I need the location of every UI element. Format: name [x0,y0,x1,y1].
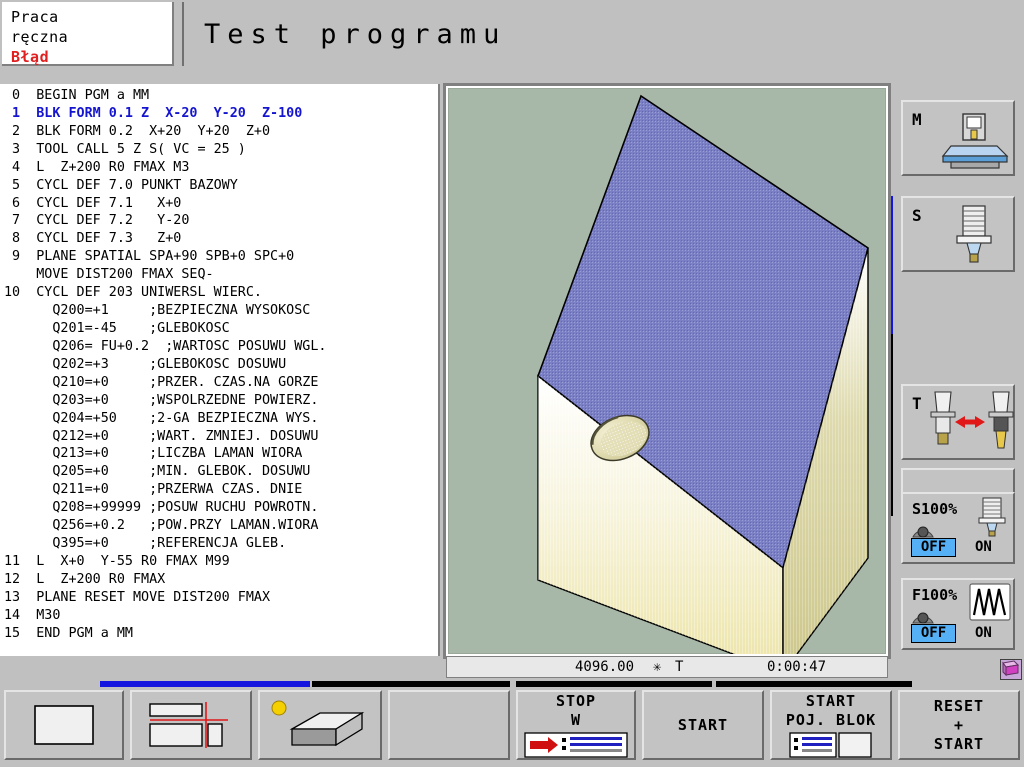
knob-icon [912,526,934,538]
tnc-control-screen: Praca ręczna Błąd Test programu 0 BEGIN … [0,0,1024,767]
status-value: 4096.00 [575,659,635,675]
program-line[interactable]: Q208=+99999 ;POSUW RUCHU POWROTN. [4,499,438,517]
program-line[interactable]: 5 CYCL DEF 7.0 PUNKT BAZOWY [4,177,438,195]
program-line[interactable]: 6 CYCL DEF 7.1 X+0 [4,195,438,213]
title-panel: Test programu [182,2,1024,66]
program-line[interactable]: 2 BLK FORM 0.2 X+20 Y+20 Z+0 [4,123,438,141]
program-line[interactable]: 15 END PGM a MM [4,625,438,643]
override-feed-on-label[interactable]: ON [975,625,992,641]
double-arrow-icon [955,416,985,428]
feed-wave-icon [969,583,1011,621]
split-window-icon [149,702,228,748]
program-line[interactable]: 7 CYCL DEF 7.2 Y-20 [4,212,438,230]
error-status-label: Błąd [11,48,50,66]
tool-change-icon [930,391,1014,449]
softkey-view-3d[interactable] [258,690,382,760]
notebook-icon[interactable] [1000,659,1022,680]
softkey-view-split[interactable] [130,690,252,760]
status-time: 0:00:47 [767,659,827,675]
program-line[interactable]: MOVE DIST200 FMAX SEQ- [4,266,438,284]
override-feed-panel[interactable]: F100% OFF ON [901,578,1015,650]
stop-block-icon [524,732,628,758]
progress-rest-3 [716,681,912,687]
progress-fill [100,681,310,687]
program-line[interactable]: Q213=+0 ;LICZBA LAMAN WIORA [4,445,438,463]
mode-label-line2: ręczna [11,28,69,46]
softkey-start-single-block[interactable]: START POJ. BLOK [770,690,892,760]
softkey-m-letter: M [912,110,922,129]
program-line[interactable]: 3 TOOL CALL 5 Z S( VC = 25 ) [4,141,438,159]
softkey-startblock-label: START [805,692,857,710]
single-window-icon [34,705,94,745]
vertical-softkey-bar: M S T S100% OFF ON F100% OFF ON [893,84,1024,656]
program-line[interactable]: Q212=+0 ;WART. ZMNIEJ. DOSUWU [4,428,438,446]
program-line[interactable]: Q201=-45 ;GLEBOKOSC [4,320,438,338]
operating-mode-panel[interactable]: Praca ręczna Błąd [2,2,174,66]
softkey-t-letter: T [912,394,922,413]
program-line[interactable]: Q256=+0.2 ;POW.PRZY LAMAN.WIORA [4,517,438,535]
program-line[interactable]: Q211=+0 ;PRZERWA CZAS. DNIE [4,481,438,499]
program-line[interactable]: Q200=+1 ;BEZPIECZNA WYSOKOSC [4,302,438,320]
knob-icon [912,612,934,624]
softkey-start[interactable]: START [642,690,764,760]
program-line[interactable]: 13 PLANE RESET MOVE DIST200 FMAX [4,589,438,607]
status-star-icon: ✳ [653,659,662,675]
override-feed-label: F100% [912,586,958,604]
program-line[interactable]: 0 BEGIN PGM a MM [4,87,438,105]
header-bar: Praca ręczna Błąd Test programu [0,0,1024,68]
progress-rest-2 [516,681,712,687]
status-axis: T [675,659,684,675]
softkey-stop[interactable]: STOP W [516,690,636,760]
progress-indicator [0,680,1024,688]
program-line[interactable]: Q395=+0 ;REFERENCJA GLEB. [4,535,438,553]
softkey-reset-label2: + [953,715,965,734]
program-line[interactable]: 8 CYCL DEF 7.3 Z+0 [4,230,438,248]
override-feed-off-button[interactable]: OFF [911,624,956,643]
mode-label-line1: Praca [11,8,59,26]
program-line[interactable]: Q202=+3 ;GLEBOKOSC DOSUWU [4,356,438,374]
machine-table-icon [941,113,1009,169]
spindle-tool-icon [956,205,992,263]
softkey-reset-label: RESET [933,696,985,715]
program-listing[interactable]: 0 BEGIN PGM a MM 1 BLK FORM 0.1 Z X-20 Y… [0,84,440,656]
page-title: Test programu [204,18,507,50]
progress-rest-1 [312,681,510,687]
program-line[interactable]: Q206= FU+0.2 ;WARTOSC POSUWU WGL. [4,338,438,356]
softkey-stop-label: STOP [555,692,597,710]
softkey-blank-bottom[interactable] [388,690,510,760]
softkey-reset-start[interactable]: RESET + START [898,690,1020,760]
program-line[interactable]: Q205=+0 ;MIN. GLEBOK. DOSUWU [4,463,438,481]
program-line[interactable]: Q204=+50 ;2-GA BEZPIECZNA WYS. [4,410,438,428]
softkey-view-single[interactable] [4,690,124,760]
softkey-m-functions[interactable]: M [901,100,1015,176]
solid-block-icon [271,700,365,747]
graphics-viewport[interactable] [446,86,888,656]
workpiece-3d-view [537,94,869,654]
bottom-softkey-bar: STOP W START START POJ. BLOK RESET + STA… [0,680,1024,767]
override-spindle-panel[interactable]: S100% OFF ON [901,492,1015,564]
override-spindle-off-button[interactable]: OFF [911,538,956,557]
program-line[interactable]: Q210=+0 ;PRZER. CZAS.NA GORZE [4,374,438,392]
override-spindle-label: S100% [912,500,958,518]
program-line[interactable]: 9 PLANE SPATIAL SPA+90 SPB+0 SPC+0 [4,248,438,266]
program-line[interactable]: 10 CYCL DEF 203 UNIWERSL WIERC. [4,284,438,302]
softkey-reset-label3: START [933,734,985,753]
program-line[interactable]: 14 M30 [4,607,438,625]
softkey-t-tool[interactable]: T [901,384,1015,460]
single-block-icon [789,732,872,758]
program-line[interactable]: 12 L Z+200 R0 FMAX [4,571,438,589]
softkey-startblock-label2: POJ. BLOK [785,711,877,729]
program-line[interactable]: Q203=+0 ;WSPOLRZEDNE POWIERZ. [4,392,438,410]
softkey-stop-label2: W [570,711,582,729]
override-spindle-on-label[interactable]: ON [975,539,992,555]
softkey-s-letter: S [912,206,922,225]
program-line[interactable]: 4 L Z+200 R0 FMAX M3 [4,159,438,177]
softkey-start-label: START [677,715,729,734]
program-line[interactable]: 11 L X+0 Y-55 R0 FMAX M99 [4,553,438,571]
spindle-icon [978,497,1006,537]
program-line[interactable]: 1 BLK FORM 0.1 Z X-20 Y-20 Z-100 [4,105,438,123]
graphics-status-bar: 4096.00 ✳ T 0:00:47 [446,656,888,678]
softkey-s-spindle[interactable]: S [901,196,1015,272]
